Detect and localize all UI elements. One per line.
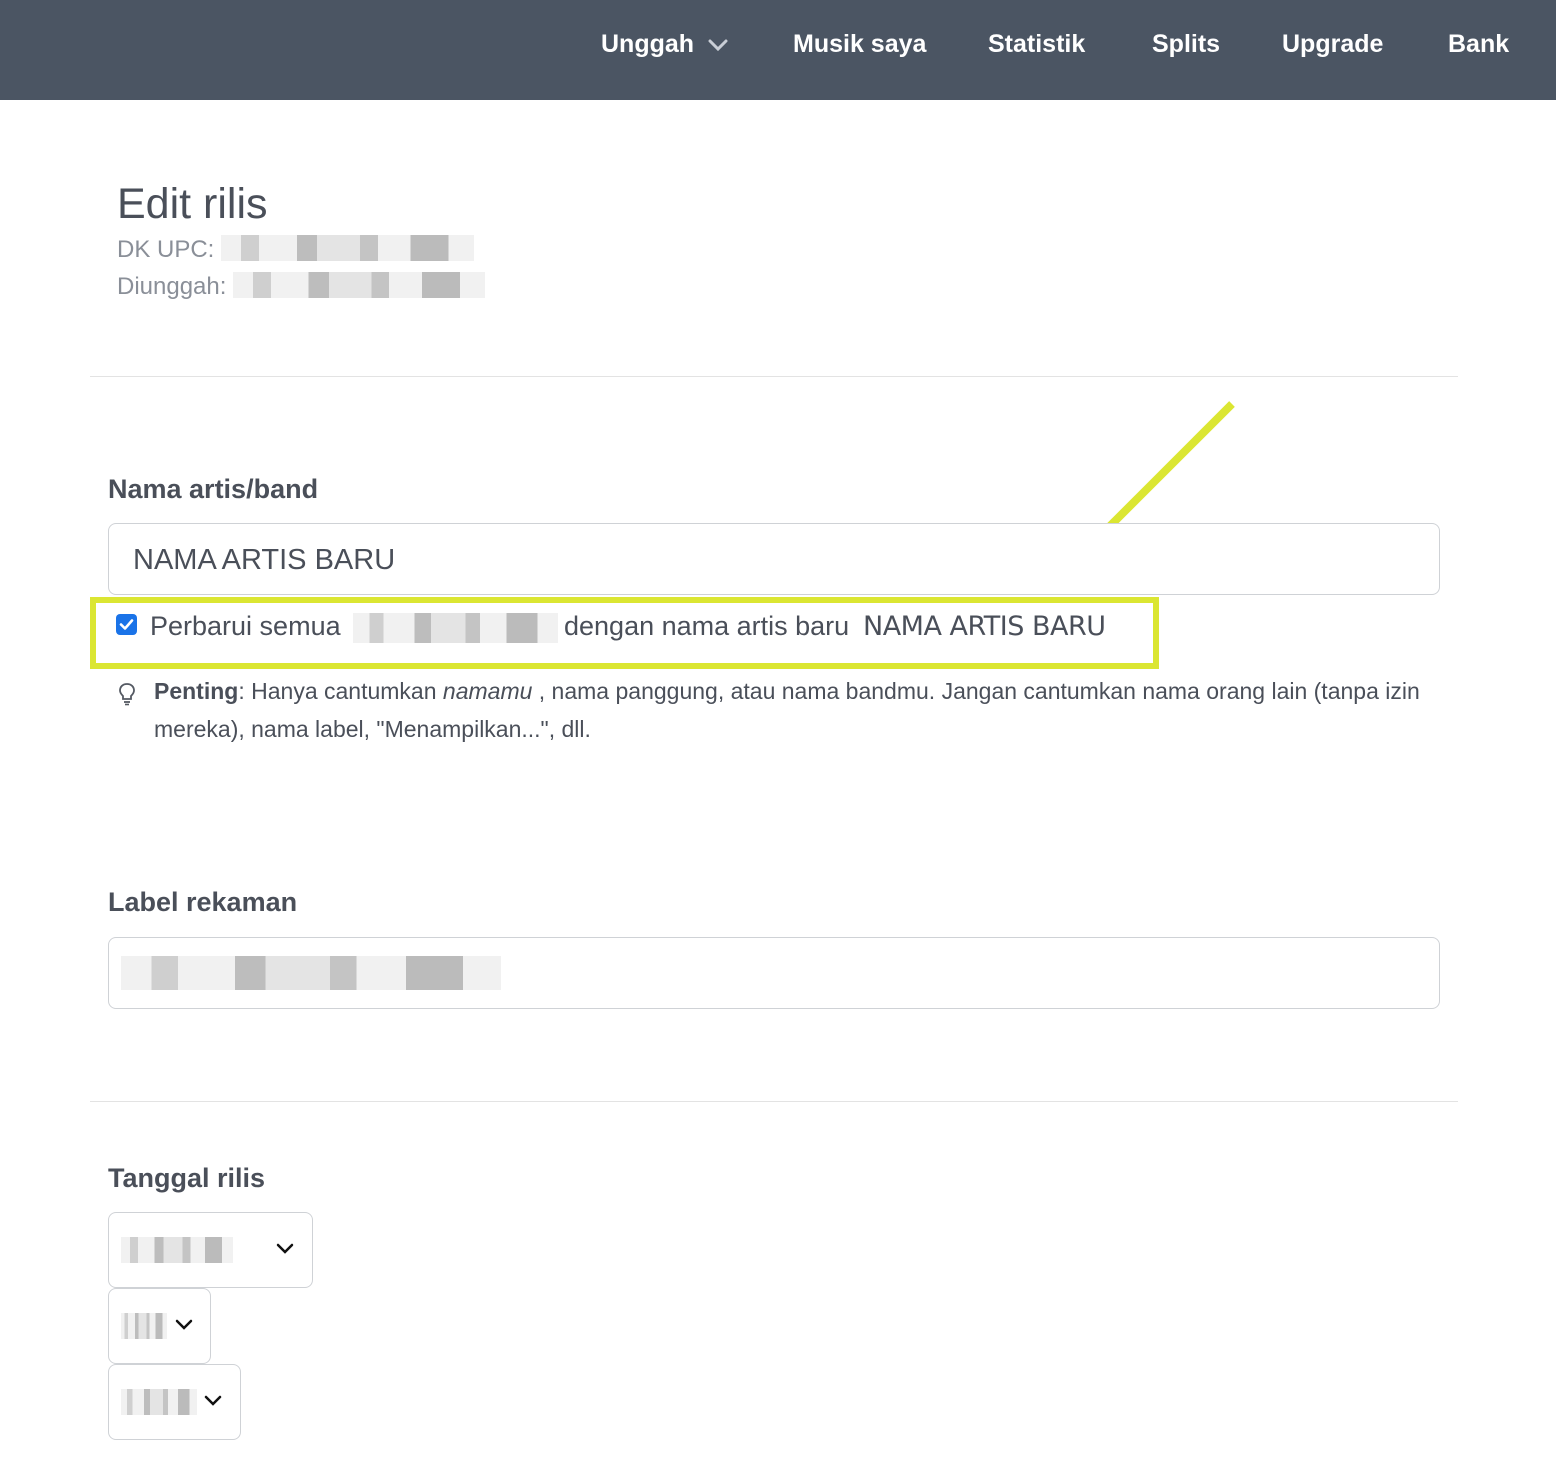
- nav-upload-label: Unggah: [601, 30, 695, 58]
- artist-name-tip: Penting: Hanya cantumkan namamu , nama p…: [154, 672, 1444, 748]
- page-title: Edit rilis: [117, 180, 268, 228]
- artist-name-value: NAMA ARTIS BARU: [133, 544, 396, 576]
- nav-upgrade[interactable]: Upgrade: [1282, 30, 1383, 59]
- artist-name-input[interactable]: NAMA ARTIS BARU: [108, 523, 1440, 595]
- update-all-checkbox[interactable]: [116, 614, 137, 635]
- nav-splits[interactable]: Splits: [1152, 30, 1220, 59]
- upc-label: DK UPC:: [117, 236, 215, 263]
- update-all-artist-name: NAMA ARTIS BARU: [863, 611, 1106, 642]
- tip-bold: Penting: [154, 678, 239, 704]
- nav-my-music[interactable]: Musik saya: [793, 30, 926, 59]
- artist-name-label: Nama artis/band: [108, 474, 319, 504]
- record-label-value-redacted: [121, 956, 501, 990]
- tip-emphasis: namamu: [442, 678, 533, 704]
- upc-row: DK UPC:: [117, 234, 475, 264]
- release-day-value-redacted: [121, 1313, 167, 1339]
- release-year-select[interactable]: [108, 1364, 241, 1440]
- lightbulb-icon: [119, 683, 135, 706]
- nav-upload[interactable]: Unggah: [601, 30, 728, 60]
- chevron-down-icon: [204, 1395, 222, 1406]
- checkmark-icon: [119, 619, 134, 630]
- previous-artist-redacted: [353, 613, 558, 643]
- record-label-label: Label rekaman: [108, 887, 298, 917]
- uploaded-value-redacted: [233, 271, 486, 298]
- top-nav-bar: Unggah Musik saya Statistik Splits Upgra…: [0, 0, 1556, 100]
- release-year-value-redacted: [121, 1389, 197, 1415]
- release-day-select[interactable]: [108, 1288, 211, 1364]
- tip-text-1: : Hanya cantumkan: [238, 678, 443, 704]
- uploaded-label: Diunggah:: [117, 273, 227, 300]
- update-all-middle: dengan nama artis baru: [564, 611, 850, 641]
- nav-statistics[interactable]: Statistik: [988, 30, 1085, 59]
- uploaded-row: Diunggah:: [117, 271, 486, 301]
- record-label-input[interactable]: [108, 937, 1440, 1009]
- update-all-prefix: Perbarui semua: [150, 611, 341, 641]
- chevron-down-icon: [708, 29, 728, 58]
- nav-bank[interactable]: Bank: [1448, 30, 1509, 59]
- upc-value-redacted: [221, 234, 475, 261]
- chevron-down-icon: [276, 1243, 294, 1254]
- divider: [90, 376, 1458, 377]
- chevron-down-icon: [175, 1319, 193, 1330]
- release-date-label: Tanggal rilis: [108, 1163, 266, 1193]
- release-month-value-redacted: [121, 1237, 233, 1263]
- release-month-select[interactable]: [108, 1212, 313, 1288]
- divider: [90, 1101, 1458, 1102]
